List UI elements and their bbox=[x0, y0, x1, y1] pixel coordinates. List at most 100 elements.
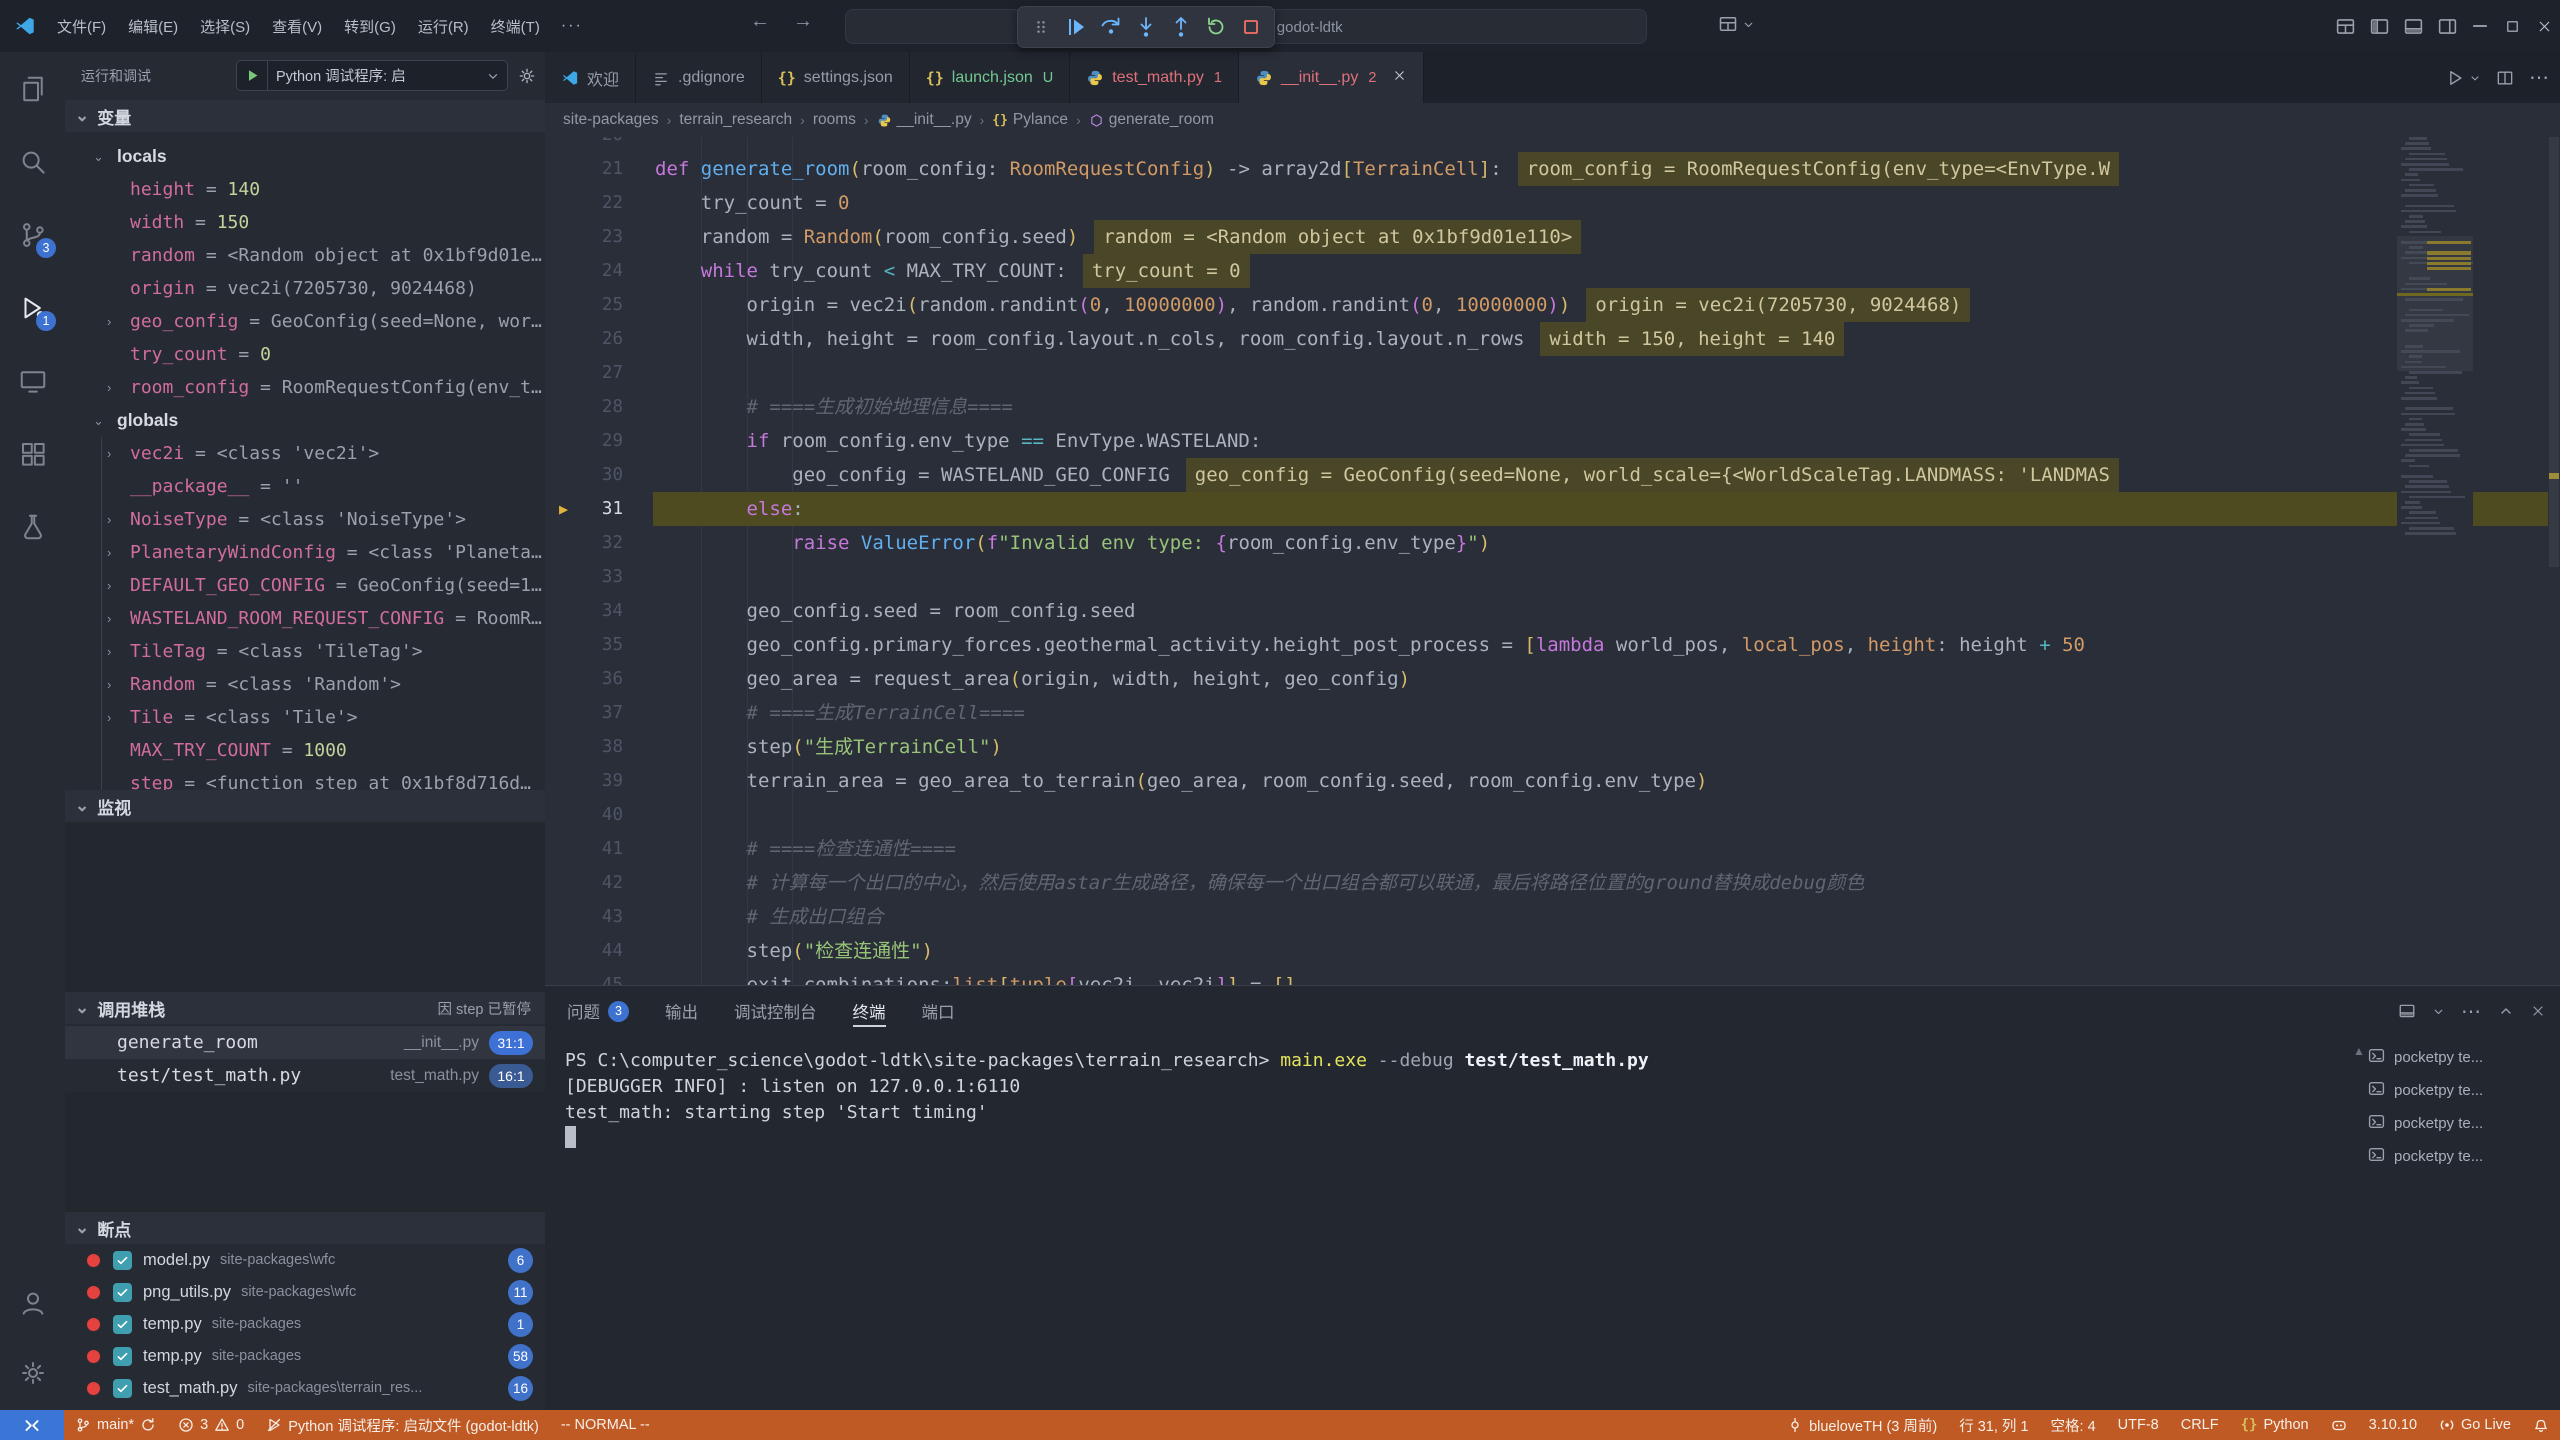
menu-overflow-button[interactable]: ··· bbox=[551, 12, 593, 40]
remote-indicator[interactable] bbox=[0, 1410, 64, 1440]
code-line-43[interactable]: 43 # 生成出口组合 bbox=[545, 900, 2560, 934]
callstack-section-header[interactable]: ⌄ 调用堆栈 因 step 已暂停 bbox=[65, 992, 545, 1024]
code-line-42[interactable]: 42 # 计算每一个出口的中心，然后使用astar生成路径，确保每一个出口组合都… bbox=[545, 866, 2560, 900]
status-python-version[interactable]: 3.10.10 bbox=[2358, 1410, 2428, 1440]
terminal-list-item[interactable]: pocketpy te... bbox=[2368, 1107, 2548, 1140]
breakpoint-row[interactable]: test_math.pysite-packages\terrain_res...… bbox=[65, 1372, 545, 1404]
activitybar-extensions[interactable] bbox=[0, 417, 65, 490]
scrollbar-thumb[interactable] bbox=[2549, 137, 2559, 567]
debug-config-dropdown[interactable]: Python 调试程序: 启 bbox=[236, 60, 508, 91]
terminal-list-item[interactable]: pocketpy te... bbox=[2368, 1041, 2548, 1074]
layout-control-button[interactable] bbox=[1718, 14, 1755, 34]
terminal-list-item[interactable]: pocketpy te... bbox=[2368, 1074, 2548, 1107]
step-over-button[interactable] bbox=[1094, 9, 1129, 45]
menu-item-G[interactable]: 转到(G) bbox=[333, 11, 407, 42]
breakpoint-row[interactable]: model.pysite-packages\wfc6 bbox=[65, 1244, 545, 1276]
minimize-icon[interactable] bbox=[2464, 0, 2496, 52]
nav-forward-icon[interactable]: → bbox=[788, 10, 818, 33]
layout-secondary-icon[interactable] bbox=[2430, 0, 2464, 52]
panel-tab-终端[interactable]: 终端 bbox=[853, 986, 886, 1036]
breakpoint-checkbox[interactable] bbox=[113, 1379, 132, 1398]
variable-row[interactable]: height = 140 bbox=[65, 173, 545, 206]
breakpoint-checkbox[interactable] bbox=[113, 1251, 132, 1270]
activitybar-run-debug[interactable]: 1 bbox=[0, 271, 65, 344]
status-eol[interactable]: CRLF bbox=[2170, 1410, 2230, 1440]
variables-group-locals[interactable]: ⌄locals bbox=[65, 140, 545, 173]
menu-item-E[interactable]: 编辑(E) bbox=[117, 11, 189, 42]
tab-launch.json[interactable]: {}launch.jsonU bbox=[910, 52, 1071, 103]
code-line-20[interactable]: 20 bbox=[545, 137, 2560, 152]
variable-row[interactable]: step = <function step at 0x1bf8d716d… bbox=[65, 767, 545, 790]
status-last-commit[interactable]: blueloveTH (3 周前) bbox=[1776, 1410, 1948, 1440]
code-line-34[interactable]: 34 geo_config.seed = room_config.seed bbox=[545, 594, 2560, 628]
variable-row[interactable]: ›Tile = <class 'Tile'> bbox=[65, 701, 545, 734]
activitybar-remote-explorer[interactable] bbox=[0, 344, 65, 417]
grip-button[interactable] bbox=[1024, 9, 1059, 45]
variable-row[interactable]: ›vec2i = <class 'vec2i'> bbox=[65, 437, 545, 470]
status-git-branch[interactable]: main* bbox=[64, 1410, 167, 1440]
code-line-32[interactable]: 32 raise ValueError(f"Invalid env type: … bbox=[545, 526, 2560, 560]
code-line-41[interactable]: 41 # ====检查连通性==== bbox=[545, 832, 2560, 866]
breadcrumb-item-sitepackages[interactable]: site-packages bbox=[563, 111, 659, 129]
callstack-frame[interactable]: generate_room__init__.py31:1 bbox=[65, 1026, 545, 1059]
terminal-output[interactable]: PS C:\computer_science\godot-ldtk\site-p… bbox=[565, 1048, 1649, 1152]
variables-group-globals[interactable]: ⌄globals bbox=[65, 404, 545, 437]
variable-row[interactable]: __package__ = '' bbox=[65, 470, 545, 503]
caret-down-button[interactable] bbox=[2432, 1005, 2445, 1018]
status-encoding[interactable]: UTF-8 bbox=[2107, 1410, 2170, 1440]
menu-item-F[interactable]: 文件(F) bbox=[46, 11, 117, 42]
variable-row[interactable]: ›TileTag = <class 'TileTag'> bbox=[65, 635, 545, 668]
code-line-21[interactable]: 21def generate_room(room_config: RoomReq… bbox=[545, 152, 2560, 186]
restart-button[interactable] bbox=[1198, 9, 1233, 45]
code-line-36[interactable]: 36 geo_area = request_area(origin, width… bbox=[545, 662, 2560, 696]
panel-tab-调试控制台[interactable]: 调试控制台 bbox=[734, 986, 817, 1036]
continue-button[interactable] bbox=[1059, 9, 1094, 45]
variable-row[interactable]: ›room_config = RoomRequestConfig(env_t… bbox=[65, 371, 545, 404]
breakpoint-row[interactable]: png_utils.pysite-packages\wfc11 bbox=[65, 1276, 545, 1308]
close-button[interactable] bbox=[2530, 1003, 2546, 1019]
variables-section-header[interactable]: ⌄ 变量 bbox=[65, 100, 545, 132]
variable-row[interactable]: ›NoiseType = <class 'NoiseType'> bbox=[65, 503, 545, 536]
variable-row[interactable]: ›WASTELAND_ROOM_REQUEST_CONFIG = RoomR… bbox=[65, 602, 545, 635]
activitybar-settings-gear[interactable] bbox=[0, 1338, 65, 1408]
activitybar-testing[interactable] bbox=[0, 490, 65, 563]
terminal-list-item[interactable]: pocketpy te... bbox=[2368, 1140, 2548, 1173]
variable-row[interactable]: ›DEFAULT_GEO_CONFIG = GeoConfig(seed=1… bbox=[65, 569, 545, 602]
status-problems[interactable]: 30 bbox=[167, 1410, 255, 1440]
menu-item-T[interactable]: 终端(T) bbox=[480, 11, 551, 42]
status-copilot[interactable] bbox=[2320, 1410, 2358, 1440]
status-vim-mode[interactable]: -- NORMAL -- bbox=[550, 1410, 661, 1440]
layout-panel-button[interactable] bbox=[2398, 1002, 2416, 1020]
status-indentation[interactable]: 空格: 4 bbox=[2040, 1410, 2107, 1440]
status-cursor-position[interactable]: 行 31, 列 1 bbox=[1948, 1410, 2039, 1440]
panel-tab-端口[interactable]: 端口 bbox=[922, 986, 955, 1036]
layout-sidebar-icon[interactable] bbox=[2362, 0, 2396, 52]
code-line-44[interactable]: 44 step("检查连通性") bbox=[545, 934, 2560, 968]
code-line-29[interactable]: 29 if room_config.env_type == EnvType.WA… bbox=[545, 424, 2560, 458]
code-line-35[interactable]: 35 geo_config.primary_forces.geothermal_… bbox=[545, 628, 2560, 662]
code-line-33[interactable]: 33 bbox=[545, 560, 2560, 594]
stop-button[interactable] bbox=[1233, 9, 1268, 45]
breakpoints-section-header[interactable]: ⌄ 断点 bbox=[65, 1212, 545, 1244]
activitybar-explorer[interactable] bbox=[0, 52, 65, 125]
step-into-button[interactable] bbox=[1129, 9, 1164, 45]
activitybar-account[interactable] bbox=[0, 1268, 65, 1338]
code-line-45[interactable]: 45 exit_combinations:list[tuple[vec2i, v… bbox=[545, 968, 2560, 985]
code-line-27[interactable]: 27 bbox=[545, 356, 2560, 390]
status-debug-session[interactable]: Python 调试程序: 启动文件 (godot-ldtk) bbox=[255, 1410, 550, 1440]
code-line-24[interactable]: 24 while try_count < MAX_TRY_COUNT:try_c… bbox=[545, 254, 2560, 288]
code-line-39[interactable]: 39 terrain_area = geo_area_to_terrain(ge… bbox=[545, 764, 2560, 798]
maximize-icon[interactable] bbox=[2496, 0, 2528, 52]
run-play-button[interactable] bbox=[2445, 68, 2465, 88]
layout-grid-icon[interactable] bbox=[2328, 0, 2362, 52]
code-line-25[interactable]: 25 origin = vec2i(random.randint(0, 1000… bbox=[545, 288, 2560, 322]
status-go-live[interactable]: Go Live bbox=[2428, 1410, 2522, 1440]
tab-test_math.py[interactable]: test_math.py1 bbox=[1070, 52, 1239, 103]
chevron-up-button[interactable] bbox=[2498, 1003, 2514, 1019]
menu-item-V[interactable]: 查看(V) bbox=[261, 11, 333, 42]
code-line-37[interactable]: 37 # ====生成TerrainCell==== bbox=[545, 696, 2560, 730]
breadcrumb-item-generate_room[interactable]: generate_room bbox=[1089, 111, 1214, 129]
breadcrumb-item-rooms[interactable]: rooms bbox=[813, 111, 856, 129]
variable-row[interactable]: ›PlanetaryWindConfig = <class 'Planeta… bbox=[65, 536, 545, 569]
menu-item-S[interactable]: 选择(S) bbox=[189, 11, 261, 42]
